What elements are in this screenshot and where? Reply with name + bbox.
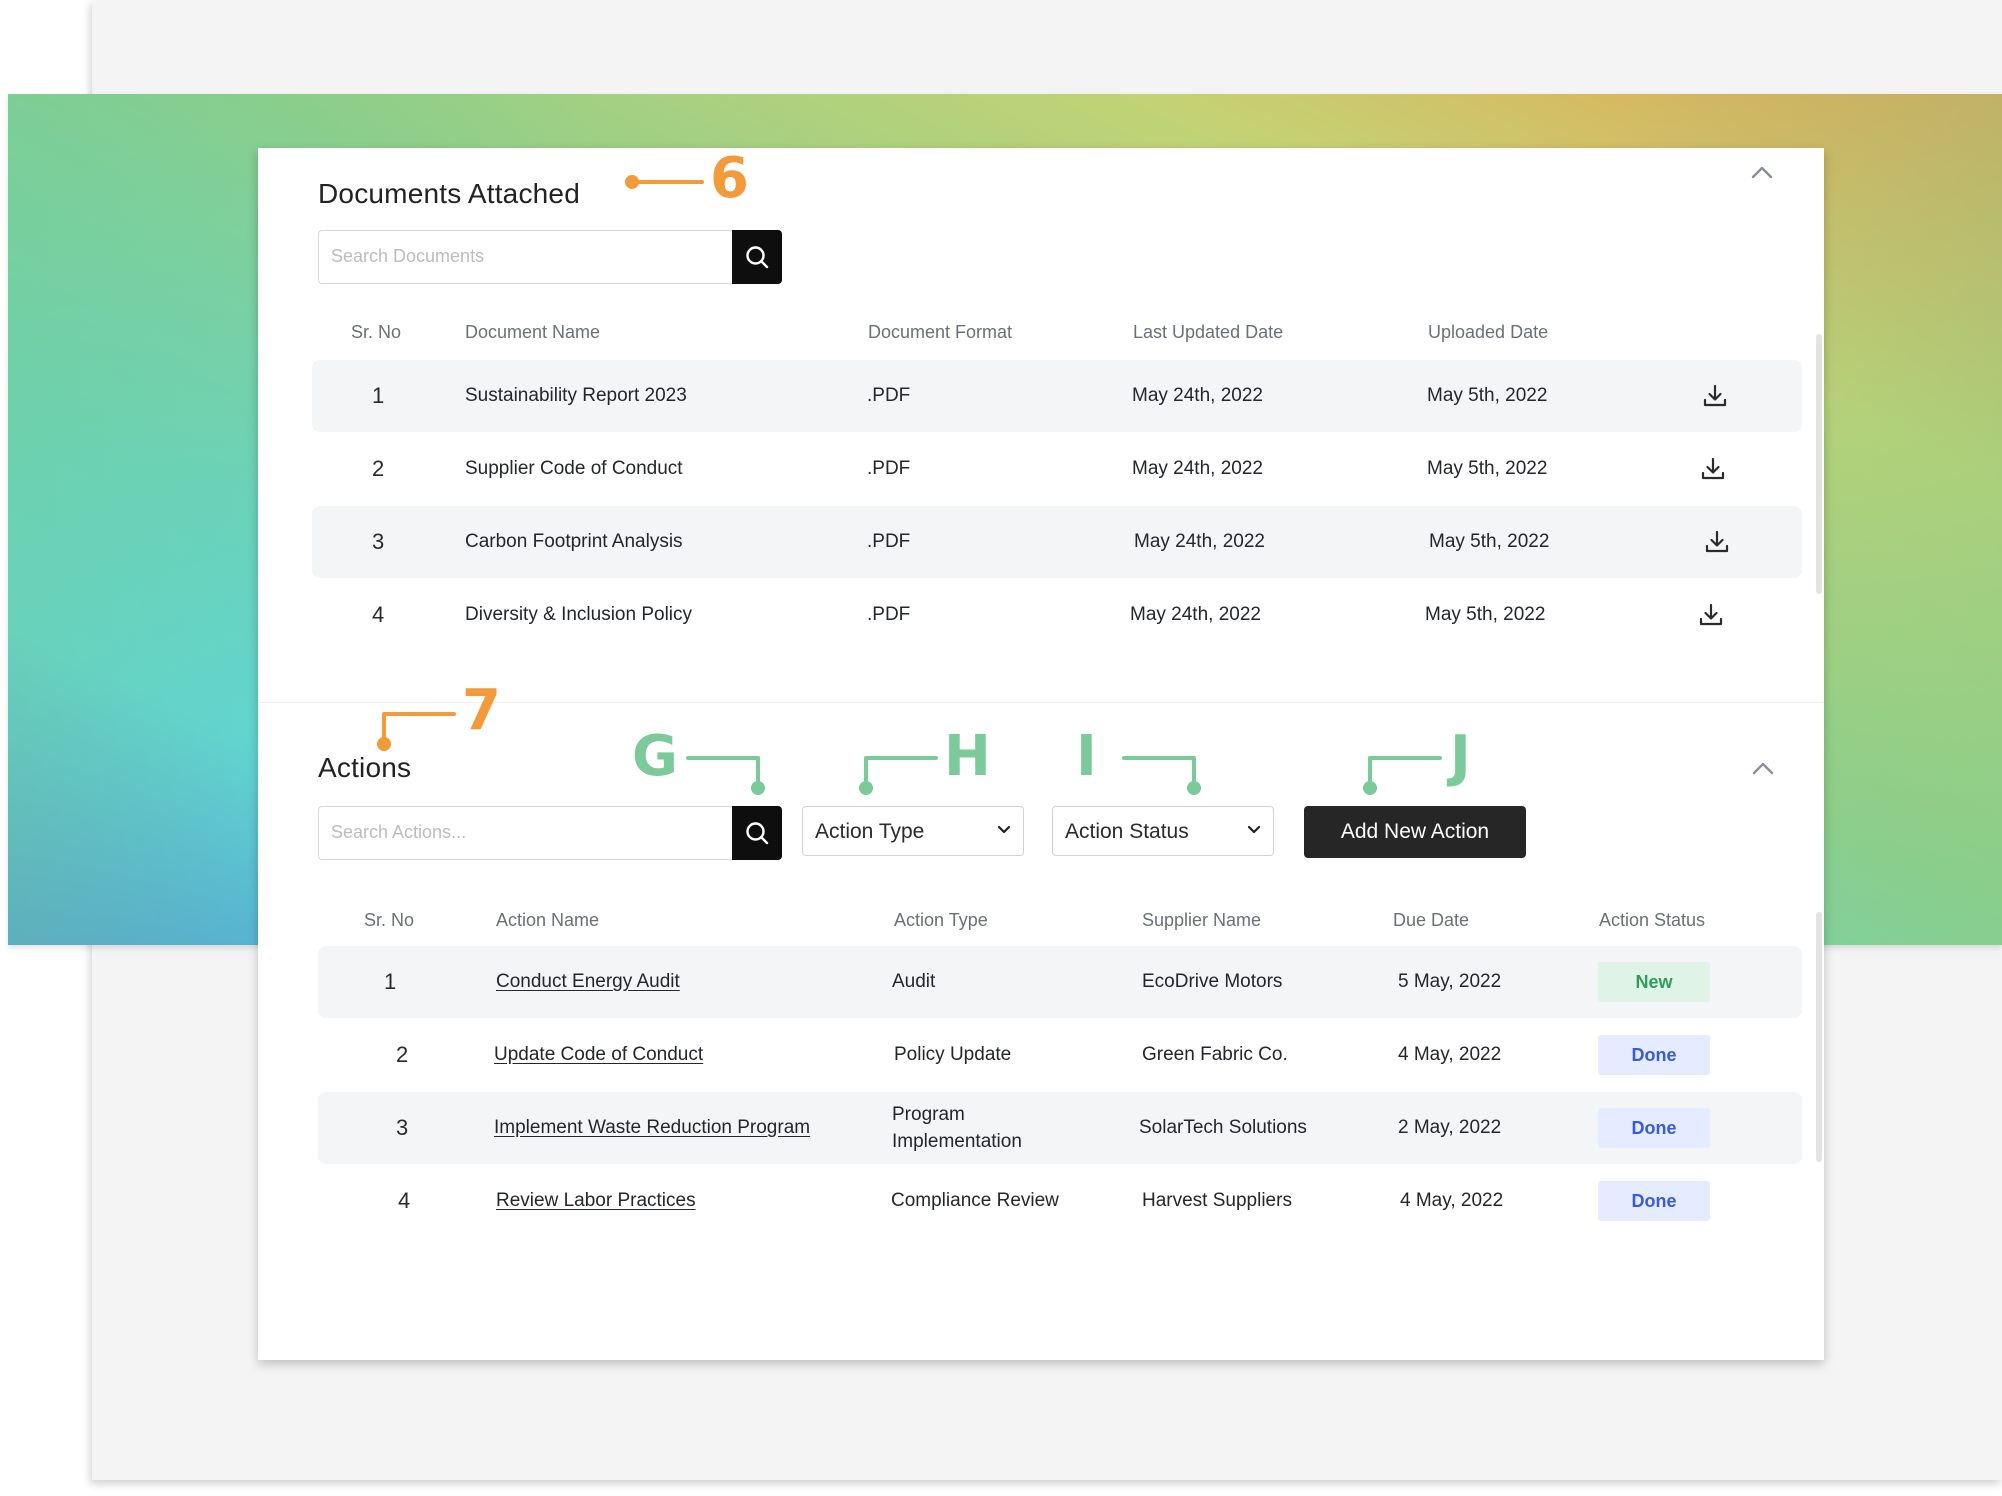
- callout-marker-search: G: [632, 724, 678, 789]
- action-header-sr: Sr. No: [364, 910, 415, 930]
- doc-format: .PDF: [867, 458, 911, 479]
- doc-header-name: Document Name: [465, 322, 601, 342]
- action-status-label: Action Status: [1065, 820, 1189, 843]
- action-name-link[interactable]: Conduct Energy Audit: [496, 971, 680, 993]
- table-row[interactable]: 4 Review Labor Practices Compliance Revi…: [318, 1165, 1802, 1237]
- download-icon[interactable]: [1704, 529, 1730, 555]
- doc-name: Diversity & Inclusion Policy: [465, 604, 693, 625]
- action-type-dropdown[interactable]: Action Type: [802, 806, 1024, 856]
- doc-sr: 2: [372, 456, 385, 481]
- documents-scrollbar[interactable]: [1816, 334, 1822, 594]
- doc-sr: 1: [372, 383, 385, 408]
- documents-search-input[interactable]: [331, 231, 721, 281]
- callout-marker-documents: 6: [710, 146, 749, 211]
- search-icon: [746, 246, 769, 269]
- doc-name: Supplier Code of Conduct: [465, 458, 683, 479]
- download-icon[interactable]: [1702, 383, 1728, 409]
- doc-updated: May 24th, 2022: [1132, 385, 1263, 406]
- doc-updated: May 24th, 2022: [1134, 531, 1265, 552]
- doc-header-format: Document Format: [868, 322, 1013, 342]
- doc-uploaded: May 5th, 2022: [1425, 604, 1546, 625]
- actions-scrollbar[interactable]: [1816, 912, 1822, 1162]
- doc-uploaded: May 5th, 2022: [1427, 385, 1548, 406]
- actions-search: [318, 806, 782, 860]
- status-badge: Done: [1598, 1108, 1710, 1148]
- actions-search-button[interactable]: [732, 806, 782, 860]
- doc-format: .PDF: [867, 385, 911, 406]
- doc-sr: 3: [372, 529, 385, 554]
- doc-uploaded: May 5th, 2022: [1427, 458, 1548, 479]
- action-sr: 2: [396, 1042, 409, 1067]
- actions-search-input[interactable]: [331, 807, 721, 857]
- callout-marker-status: I: [1076, 724, 1097, 789]
- download-icon[interactable]: [1700, 456, 1726, 482]
- action-supplier: SolarTech Solutions: [1139, 1117, 1307, 1138]
- action-status-dropdown[interactable]: Action Status: [1052, 806, 1274, 856]
- main-panel: Documents Attached Sr. No Document Name …: [258, 148, 1824, 1360]
- action-supplier: Green Fabric Co.: [1142, 1044, 1288, 1065]
- documents-search: [318, 230, 782, 284]
- chevron-down-icon: [1247, 825, 1261, 834]
- action-name-link[interactable]: Review Labor Practices: [496, 1190, 696, 1212]
- action-name-link[interactable]: Implement Waste Reduction Program: [494, 1117, 810, 1139]
- doc-header-sr: Sr. No: [351, 322, 402, 342]
- action-type: Policy Update: [894, 1044, 1012, 1065]
- doc-format: .PDF: [867, 604, 911, 625]
- chevron-up-icon[interactable]: [1751, 760, 1775, 776]
- action-sr: 4: [398, 1188, 411, 1213]
- doc-updated: May 24th, 2022: [1132, 458, 1263, 479]
- action-type: Program Implementation: [892, 1104, 1022, 1152]
- documents-search-button[interactable]: [732, 230, 782, 284]
- action-header-due: Due Date: [1393, 910, 1470, 930]
- callout-marker-type: H: [944, 724, 991, 789]
- doc-updated: May 24th, 2022: [1130, 604, 1261, 625]
- add-new-action-button[interactable]: Add New Action: [1304, 806, 1526, 858]
- callout-marker-add: J: [1450, 724, 1471, 789]
- doc-format: .PDF: [867, 531, 911, 552]
- action-due-date: 4 May, 2022: [1398, 1044, 1502, 1065]
- table-row[interactable]: 1 Conduct Energy Audit Audit EcoDrive Mo…: [318, 946, 1802, 1018]
- action-name-link[interactable]: Update Code of Conduct: [494, 1044, 703, 1066]
- doc-name: Sustainability Report 2023: [465, 385, 687, 406]
- action-supplier: Harvest Suppliers: [1142, 1190, 1292, 1211]
- table-row[interactable]: 2 Update Code of Conduct Policy Update G…: [318, 1019, 1802, 1091]
- action-header-name: Action Name: [496, 910, 600, 930]
- table-row[interactable]: 1 Sustainability Report 2023 .PDF May 24…: [312, 360, 1802, 432]
- status-badge: Done: [1598, 1035, 1710, 1075]
- action-type: Compliance Review: [891, 1190, 1059, 1211]
- doc-name: Carbon Footprint Analysis: [465, 531, 683, 552]
- action-sr: 1: [384, 969, 397, 994]
- chevron-down-icon: [997, 825, 1011, 834]
- action-sr: 3: [396, 1115, 409, 1140]
- action-due-date: 2 May, 2022: [1398, 1117, 1502, 1138]
- action-type: Audit: [892, 971, 936, 992]
- table-row[interactable]: 3 Implement Waste Reduction Program Prog…: [318, 1092, 1802, 1164]
- table-row[interactable]: 2 Supplier Code of Conduct .PDF May 24th…: [312, 433, 1802, 505]
- action-supplier: EcoDrive Motors: [1142, 971, 1283, 992]
- callout-marker-actions: 7: [462, 678, 501, 743]
- doc-sr: 4: [372, 602, 385, 627]
- status-badge: Done: [1598, 1181, 1710, 1221]
- action-header-supplier: Supplier Name: [1142, 910, 1262, 930]
- actions-section-title: Actions: [318, 752, 412, 783]
- action-header-status: Action Status: [1599, 910, 1706, 930]
- table-row[interactable]: 3 Carbon Footprint Analysis .PDF May 24t…: [312, 506, 1802, 578]
- action-header-type: Action Type: [894, 910, 988, 930]
- search-icon: [746, 822, 769, 845]
- doc-uploaded: May 5th, 2022: [1429, 531, 1550, 552]
- action-due-date: 4 May, 2022: [1400, 1190, 1504, 1211]
- doc-header-uploaded: Uploaded Date: [1428, 322, 1549, 342]
- doc-header-updated: Last Updated Date: [1133, 322, 1284, 342]
- status-badge: New: [1598, 962, 1710, 1002]
- download-icon[interactable]: [1698, 602, 1724, 628]
- table-row[interactable]: 4 Diversity & Inclusion Policy .PDF May …: [312, 579, 1802, 651]
- documents-section-title: Documents Attached: [318, 178, 580, 209]
- action-type-label: Action Type: [815, 820, 925, 843]
- chevron-up-icon[interactable]: [1750, 164, 1774, 180]
- action-due-date: 5 May, 2022: [1398, 971, 1502, 992]
